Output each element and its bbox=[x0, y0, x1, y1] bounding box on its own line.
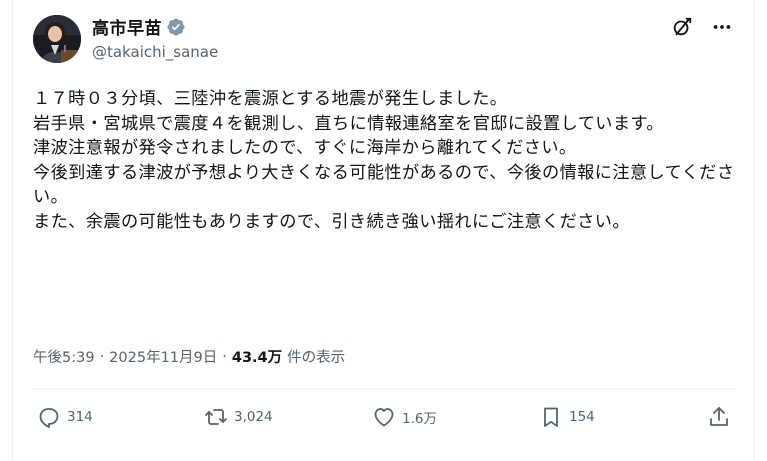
author-handle[interactable]: @takaichi_sanae bbox=[92, 43, 218, 61]
post-meta: 午後5:39 · 2025年11月9日 · 43.4万 件の表示 bbox=[33, 346, 345, 367]
post-text: １７時０３分頃、三陸沖を震源とする地震が発生しました。 岩手県・宮城県で震度４を… bbox=[33, 87, 738, 235]
like-button[interactable]: 1.6万 bbox=[372, 405, 437, 429]
avatar[interactable] bbox=[33, 15, 81, 63]
bookmark-button[interactable]: 154 bbox=[539, 405, 595, 429]
meta-separator: · bbox=[99, 348, 105, 365]
repost-button[interactable]: 3,024 bbox=[204, 405, 273, 429]
share-button[interactable] bbox=[707, 405, 731, 429]
author-display-name[interactable]: 高市早苗 bbox=[92, 14, 162, 39]
reply-button[interactable]: 314 bbox=[37, 405, 93, 429]
post-line: 津波注意報が発令されましたので、すぐに海岸から離れてください。 bbox=[33, 138, 577, 159]
post-line: 岩手県・宮城県で震度４を観測し、直ちに情報連絡室を官邸に設置しています。 bbox=[33, 113, 664, 134]
more-icon[interactable] bbox=[711, 16, 733, 38]
action-bar: 314 3,024 1.6万 154 bbox=[37, 405, 735, 435]
card-border-right bbox=[754, 0, 755, 461]
views-label[interactable]: 件の表示 bbox=[287, 346, 345, 367]
grok-icon[interactable] bbox=[671, 16, 693, 38]
repost-count: 3,024 bbox=[234, 409, 273, 425]
bookmark-count: 154 bbox=[569, 409, 595, 425]
reply-icon bbox=[39, 408, 59, 428]
share-icon bbox=[710, 407, 728, 426]
author-name-row[interactable]: 高市早苗 bbox=[92, 14, 186, 39]
post-line: また、余震の可能性もありますので、引き続き強い揺れにご注意ください。 bbox=[33, 211, 630, 232]
repost-icon bbox=[205, 409, 227, 425]
meta-separator: · bbox=[222, 348, 227, 365]
like-icon bbox=[374, 408, 394, 427]
reply-count: 314 bbox=[67, 409, 93, 425]
post-time[interactable]: 午後5:39 bbox=[33, 346, 95, 367]
like-count: 1.6万 bbox=[402, 411, 437, 427]
avatar-photo bbox=[33, 15, 81, 63]
top-right-actions bbox=[671, 16, 733, 38]
divider bbox=[33, 388, 737, 389]
post-card: 高市早苗 @takaichi_sanae １７時０３分頃、三陸沖を震源とする地震… bbox=[0, 0, 767, 461]
verified-badge-icon[interactable] bbox=[166, 17, 186, 37]
card-border-left bbox=[12, 0, 13, 461]
post-line: 今後到達する津波が予想より大きくなる可能性があるので、今後の情報に注意してくださ… bbox=[33, 162, 735, 208]
views-count[interactable]: 43.4万 bbox=[232, 346, 282, 367]
post-line: １７時０３分頃、三陸沖を震源とする地震が発生しました。 bbox=[33, 89, 508, 109]
bookmark-icon bbox=[544, 407, 558, 427]
post-date[interactable]: 2025年11月9日 bbox=[109, 346, 217, 367]
